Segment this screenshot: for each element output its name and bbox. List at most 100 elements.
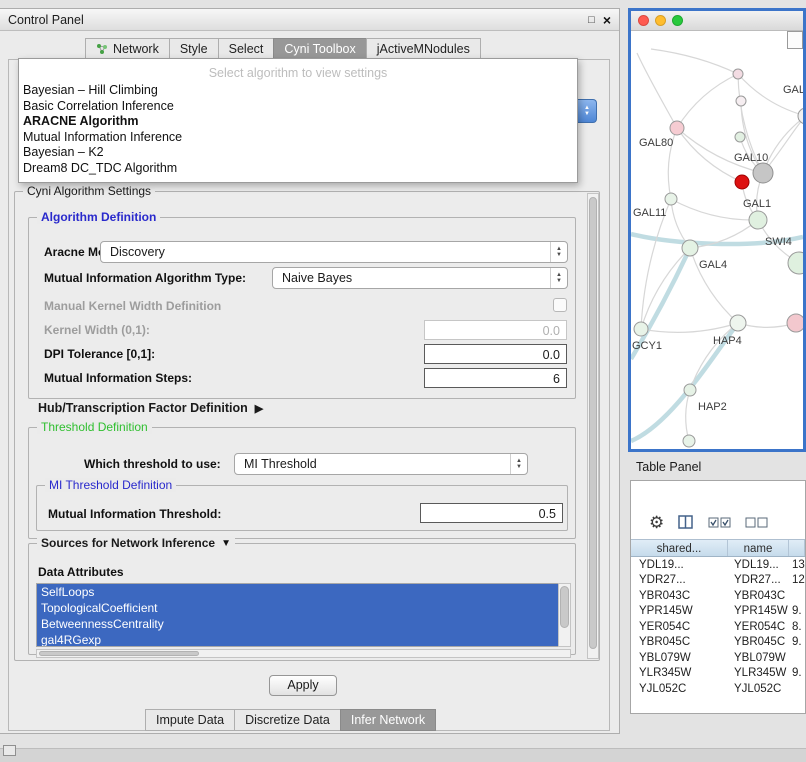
column-header[interactable]: shared... bbox=[631, 540, 728, 556]
table-cell bbox=[789, 681, 805, 697]
control-panel-titlebar[interactable]: Control Panel □ × bbox=[0, 9, 619, 31]
which-threshold-select[interactable]: MI Threshold ▲▼ bbox=[234, 453, 528, 475]
network-edge[interactable] bbox=[686, 390, 690, 441]
network-edge[interactable] bbox=[677, 74, 738, 128]
network-node[interactable] bbox=[787, 314, 803, 332]
settings-gear-icon[interactable]: ⚙ bbox=[649, 514, 664, 531]
algorithm-option-basic-correlation-inference[interactable]: Basic Correlation Inference bbox=[19, 99, 577, 115]
dpi-tolerance-field[interactable]: 0.0 bbox=[424, 344, 567, 364]
table-cell: YJL052C bbox=[631, 681, 728, 697]
network-node[interactable] bbox=[735, 175, 749, 189]
tab-style[interactable]: Style bbox=[169, 38, 219, 60]
minimized-panel-icon[interactable] bbox=[3, 745, 16, 756]
apply-button[interactable]: Apply bbox=[269, 675, 337, 696]
which-threshold-value: MI Threshold bbox=[244, 457, 317, 471]
manual-kernel-checkbox[interactable] bbox=[553, 298, 567, 312]
algorithm-option-dream8-dc-tdc-algorithm[interactable]: Dream8 DC_TDC Algorithm bbox=[19, 161, 577, 177]
close-icon[interactable]: × bbox=[603, 12, 611, 28]
network-node-gal1[interactable] bbox=[749, 211, 767, 229]
attributes-hscrollbar-thumb[interactable] bbox=[39, 651, 199, 656]
network-node-swi4[interactable] bbox=[788, 252, 803, 274]
algorithm-combo-stepper[interactable]: ▲ ▼ bbox=[578, 99, 597, 123]
attributes-hscrollbar[interactable] bbox=[36, 649, 571, 658]
combo-down-icon: ▼ bbox=[584, 111, 590, 117]
network-canvas[interactable]: GAL80GAL10GAL11GAL1SWI4GAL4GCY1HAP4HAP2G… bbox=[631, 31, 803, 449]
network-node-gcy1[interactable] bbox=[634, 322, 648, 336]
attribute-item[interactable]: BetweennessCentrality bbox=[37, 616, 558, 632]
tab-label: jActiveMNodules bbox=[377, 42, 470, 59]
network-edge[interactable] bbox=[651, 49, 738, 74]
attributes-scrollbar[interactable] bbox=[558, 583, 571, 647]
network-node-hap2[interactable] bbox=[684, 384, 696, 396]
network-node[interactable] bbox=[736, 96, 746, 106]
columns-icon[interactable] bbox=[678, 515, 694, 530]
hub-tf-section-toggle[interactable]: Hub/Transcription Factor Definition ▶ bbox=[38, 401, 263, 415]
table-row[interactable]: YBR043CYBR043C bbox=[631, 588, 805, 604]
combo-stepper-icon[interactable]: ▲▼ bbox=[510, 454, 527, 474]
algorithm-option-mutual-information-inference[interactable]: Mutual Information Inference bbox=[19, 130, 577, 146]
bottom-tab-infer-network[interactable]: Infer Network bbox=[340, 709, 436, 731]
deselect-all-icon[interactable] bbox=[745, 517, 768, 528]
network-edge[interactable] bbox=[677, 128, 763, 173]
zoom-traffic-light[interactable] bbox=[672, 15, 683, 26]
table-row[interactable]: YDL19...YDL19...13 bbox=[631, 557, 805, 573]
bottom-tab-discretize-data[interactable]: Discretize Data bbox=[234, 709, 341, 731]
network-node-gal80[interactable] bbox=[670, 121, 684, 135]
network-window-titlebar[interactable] bbox=[631, 11, 803, 31]
column-header[interactable] bbox=[789, 540, 805, 556]
minimize-traffic-light[interactable] bbox=[655, 15, 666, 26]
network-view-window[interactable]: GAL80GAL10GAL11GAL1SWI4GAL4GCY1HAP4HAP2G… bbox=[628, 8, 806, 452]
table-row[interactable]: YJL052CYJL052C bbox=[631, 681, 805, 697]
table-row[interactable]: YER054CYER054C8. bbox=[631, 619, 805, 635]
float-window-icon[interactable]: □ bbox=[588, 14, 595, 26]
birdseye-box[interactable] bbox=[787, 31, 803, 49]
table-row[interactable]: YDR27...YDR27...12 bbox=[631, 573, 805, 589]
attribute-item[interactable]: TopologicalCoefficient bbox=[37, 600, 558, 616]
close-traffic-light[interactable] bbox=[638, 15, 649, 26]
table-cell: YBR043C bbox=[631, 588, 728, 604]
mi-steps-label: Mutual Information Steps: bbox=[44, 371, 192, 385]
data-attributes-list[interactable]: SelfLoopsTopologicalCoefficientBetweenne… bbox=[36, 583, 558, 647]
network-node-gal10[interactable] bbox=[753, 163, 773, 183]
algorithm-option-bayesian-hill-climbing[interactable]: Bayesian – Hill Climbing bbox=[19, 83, 577, 99]
network-node[interactable] bbox=[735, 132, 745, 142]
bottom-tab-impute-data[interactable]: Impute Data bbox=[145, 709, 235, 731]
tab-jactivemnodules[interactable]: jActiveMNodules bbox=[366, 38, 481, 60]
kernel-width-field[interactable]: 0.0 bbox=[424, 320, 567, 340]
mi-threshold-field[interactable]: 0.5 bbox=[420, 503, 563, 523]
node-label: GCY1 bbox=[632, 340, 662, 352]
combo-stepper-icon[interactable]: ▲▼ bbox=[550, 242, 567, 262]
attributes-scrollbar-thumb[interactable] bbox=[560, 586, 569, 628]
network-node-gal4[interactable] bbox=[682, 240, 698, 256]
attribute-item[interactable]: SelfLoops bbox=[37, 584, 558, 600]
table-row[interactable]: YLR345WYLR345W9. bbox=[631, 666, 805, 682]
algorithm-option-bayesian-k2[interactable]: Bayesian – K2 bbox=[19, 145, 577, 161]
table-row[interactable]: YBR045CYBR045C9. bbox=[631, 635, 805, 651]
bottom-tab-label: Impute Data bbox=[156, 713, 224, 730]
node-label: GAL80 bbox=[639, 137, 673, 149]
column-header[interactable]: name bbox=[728, 540, 789, 556]
sources-title[interactable]: Sources for Network Inference ▼ bbox=[37, 536, 235, 550]
settings-scrollbar[interactable] bbox=[587, 193, 599, 659]
tab-cyni-toolbox[interactable]: Cyni Toolbox bbox=[273, 38, 366, 60]
table-row[interactable]: YPR145WYPR145W9. bbox=[631, 604, 805, 620]
network-node[interactable] bbox=[683, 435, 695, 447]
tab-select[interactable]: Select bbox=[218, 38, 275, 60]
network-edge[interactable] bbox=[637, 53, 677, 128]
settings-scrollbar-thumb[interactable] bbox=[589, 197, 597, 649]
network-node[interactable] bbox=[733, 69, 743, 79]
network-node-gal11[interactable] bbox=[665, 193, 677, 205]
aracne-mode-select[interactable]: Discovery ▲▼ bbox=[100, 241, 568, 263]
combo-stepper-icon[interactable]: ▲▼ bbox=[550, 268, 567, 288]
algorithm-option-aracne-algorithm[interactable]: ARACNE Algorithm bbox=[19, 114, 577, 130]
table-row[interactable]: YBL079WYBL079W bbox=[631, 650, 805, 666]
attribute-item[interactable]: gal4RGexp bbox=[37, 632, 558, 647]
network-edge[interactable] bbox=[641, 323, 738, 332]
bottom-tab-label: Discretize Data bbox=[245, 713, 330, 730]
mi-steps-field[interactable]: 6 bbox=[424, 368, 567, 388]
network-node-hap4[interactable] bbox=[730, 315, 746, 331]
kernel-width-label: Kernel Width (0,1): bbox=[44, 323, 150, 337]
mi-type-select[interactable]: Naive Bayes ▲▼ bbox=[272, 267, 568, 289]
tab-network[interactable]: Network bbox=[85, 38, 170, 60]
select-all-icon[interactable] bbox=[708, 517, 731, 528]
